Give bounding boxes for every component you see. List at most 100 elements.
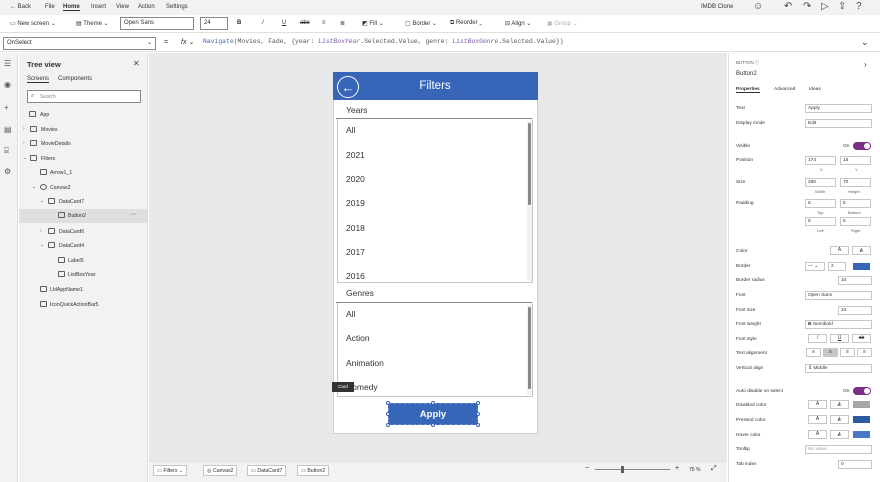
resize-handle[interactable] [386, 401, 390, 405]
zoom-slider-thumb[interactable] [621, 466, 624, 473]
resize-handle[interactable] [431, 423, 435, 427]
resize-handle[interactable] [386, 423, 390, 427]
tree-node-app[interactable]: App [19, 108, 148, 122]
list-item[interactable]: 2021 [346, 150, 365, 160]
breadcrumb-button[interactable]: ▭ Button2 [297, 465, 330, 476]
list-item[interactable]: Animation [346, 358, 384, 368]
property-select[interactable]: OnSelect ⌄ [3, 37, 156, 50]
border-width-input[interactable]: 2 [828, 262, 846, 271]
tab-screens[interactable]: Screens [27, 76, 50, 83]
hover-text-color-button[interactable]: A [808, 430, 827, 439]
menu-insert[interactable]: Insert [91, 4, 106, 10]
disabled-text-color-button[interactable]: A [808, 400, 827, 409]
breadcrumb-canvas[interactable]: ◎ Canvas2 [203, 465, 238, 476]
play-icon[interactable]: ▷ [821, 1, 829, 12]
years-scrollbar[interactable] [528, 123, 531, 205]
text-align-button[interactable]: ≡ [322, 20, 326, 26]
list-item[interactable]: 2017 [346, 247, 365, 257]
back-button[interactable]: ← Back [10, 4, 31, 10]
tree-node-lblappname[interactable]: LblAppName1 [19, 283, 148, 297]
border-radius-input[interactable]: 10 [838, 276, 872, 285]
tab-index-input[interactable]: 0 [838, 460, 872, 469]
auto-disable-toggle[interactable] [853, 387, 871, 395]
share-icon[interactable]: ⇪ [838, 1, 846, 12]
visible-toggle[interactable] [853, 142, 871, 150]
tab-ideas[interactable]: Ideas [809, 87, 821, 92]
list-item[interactable]: 2016 [346, 271, 365, 281]
formula-input[interactable]: Navigate(Movies, Fade, {year: ListBoxYea… [203, 38, 853, 45]
chevron-right-icon[interactable]: › [23, 140, 25, 146]
menu-view[interactable]: View [116, 4, 129, 10]
zoom-slider[interactable] [595, 469, 670, 470]
resize-handle[interactable] [476, 423, 480, 427]
chevron-right-icon[interactable]: › [40, 228, 42, 234]
text-input[interactable]: Apply [805, 104, 872, 113]
width-input[interactable]: 280 [805, 178, 836, 187]
font-select[interactable]: Open Sans [805, 291, 872, 300]
underline-button[interactable]: U [282, 20, 286, 26]
height-input[interactable]: 70 [840, 178, 871, 187]
breadcrumb-filters[interactable]: ▭ Filters ⌄ [153, 465, 188, 476]
disabled-color-swatch[interactable] [853, 401, 870, 408]
list-item[interactable]: 2019 [346, 198, 365, 208]
zoom-out-button[interactable]: − [585, 465, 589, 472]
tab-advanced[interactable]: Advanced [774, 87, 795, 92]
more-options-icon[interactable]: ··· [130, 211, 137, 218]
menu-action[interactable]: Action [138, 4, 155, 10]
chevron-down-icon[interactable]: ⌄ [40, 198, 44, 204]
align-justify-icon[interactable]: ≡ [857, 348, 872, 357]
menu-file[interactable]: File [45, 4, 55, 10]
font-select[interactable]: Open Sans [120, 17, 194, 30]
font-size-input[interactable]: 24 [838, 306, 872, 315]
list-item[interactable]: 2020 [346, 174, 365, 184]
align-right-icon[interactable]: ≡ [840, 348, 855, 357]
bold-button[interactable]: B [237, 20, 241, 26]
menu-settings[interactable]: Settings [166, 4, 188, 10]
tree-node-filters[interactable]: ⌄ Filters [19, 152, 148, 166]
tree-node-iconquickactionbar[interactable]: IconQuickActionBar5 [19, 298, 148, 312]
padding-left-input[interactable]: 5 [805, 217, 836, 226]
apply-button[interactable]: Apply [388, 403, 478, 425]
padding-top-input[interactable]: 5 [805, 199, 836, 208]
tree-node-moviedetails[interactable]: › MovieDetails [19, 137, 148, 151]
border-style-select[interactable]: — ⌄ [805, 262, 825, 271]
resize-handle[interactable] [476, 412, 480, 416]
advanced-tools-icon[interactable]: ⚙ [4, 167, 11, 176]
reorder-button[interactable]: ⧉ Reorder ⌄ [450, 20, 482, 27]
padding-right-input[interactable]: 5 [840, 217, 871, 226]
hamburger-icon[interactable]: ☰ [4, 59, 11, 68]
fit-to-window-icon[interactable]: ⤢ [711, 465, 717, 473]
chevron-right-icon[interactable]: › [23, 126, 25, 132]
redo-icon[interactable]: ↷ [803, 1, 811, 12]
disabled-fill-color-button[interactable]: ◭ [830, 400, 849, 409]
group-button[interactable]: ▣ Group ⌄ [547, 20, 578, 27]
align-left-icon[interactable]: ≡ [806, 348, 821, 357]
genres-scrollbar[interactable] [528, 307, 531, 389]
resize-handle[interactable] [386, 412, 390, 416]
display-mode-select[interactable]: Edit [805, 119, 872, 128]
text-color-button[interactable]: A [830, 246, 849, 255]
list-item[interactable]: All [346, 125, 355, 135]
tab-properties[interactable]: Properties [736, 87, 760, 93]
data-icon[interactable]: ▤ [4, 125, 12, 134]
tree-node-label5[interactable]: Label5 [19, 254, 148, 268]
hover-color-swatch[interactable] [853, 431, 870, 438]
list-item[interactable]: 2018 [346, 223, 365, 233]
tree-node-datacard7[interactable]: ⌄ DataCard7 [19, 195, 148, 209]
tree-node-listboxyear[interactable]: ListBoxYear [19, 268, 148, 282]
border-button[interactable]: ▢ Border ⌄ [405, 20, 437, 27]
fill-button[interactable]: ◩ Fill ⌄ [362, 20, 384, 27]
menu-home[interactable]: Home [63, 4, 80, 11]
align-button[interactable]: ⊟ Align ⌄ [505, 20, 531, 27]
font-weight-select[interactable]: B Semibold [805, 320, 872, 329]
help-icon[interactable]: ? [856, 1, 862, 12]
insert-icon[interactable]: + [4, 103, 9, 112]
position-y-input[interactable]: 15 [840, 156, 871, 165]
tree-node-datacard4[interactable]: ⌄ DataCard4 [19, 239, 148, 253]
italic-button[interactable]: / [262, 20, 264, 26]
tree-node-canvas2[interactable]: ⌄ Canvas2 [19, 181, 148, 195]
padding-bottom-input[interactable]: 5 [840, 199, 871, 208]
breadcrumb-datacard[interactable]: ▭ DataCard7 [247, 465, 287, 476]
underline-toggle[interactable]: U [830, 334, 849, 343]
list-item[interactable]: Action [346, 333, 370, 343]
